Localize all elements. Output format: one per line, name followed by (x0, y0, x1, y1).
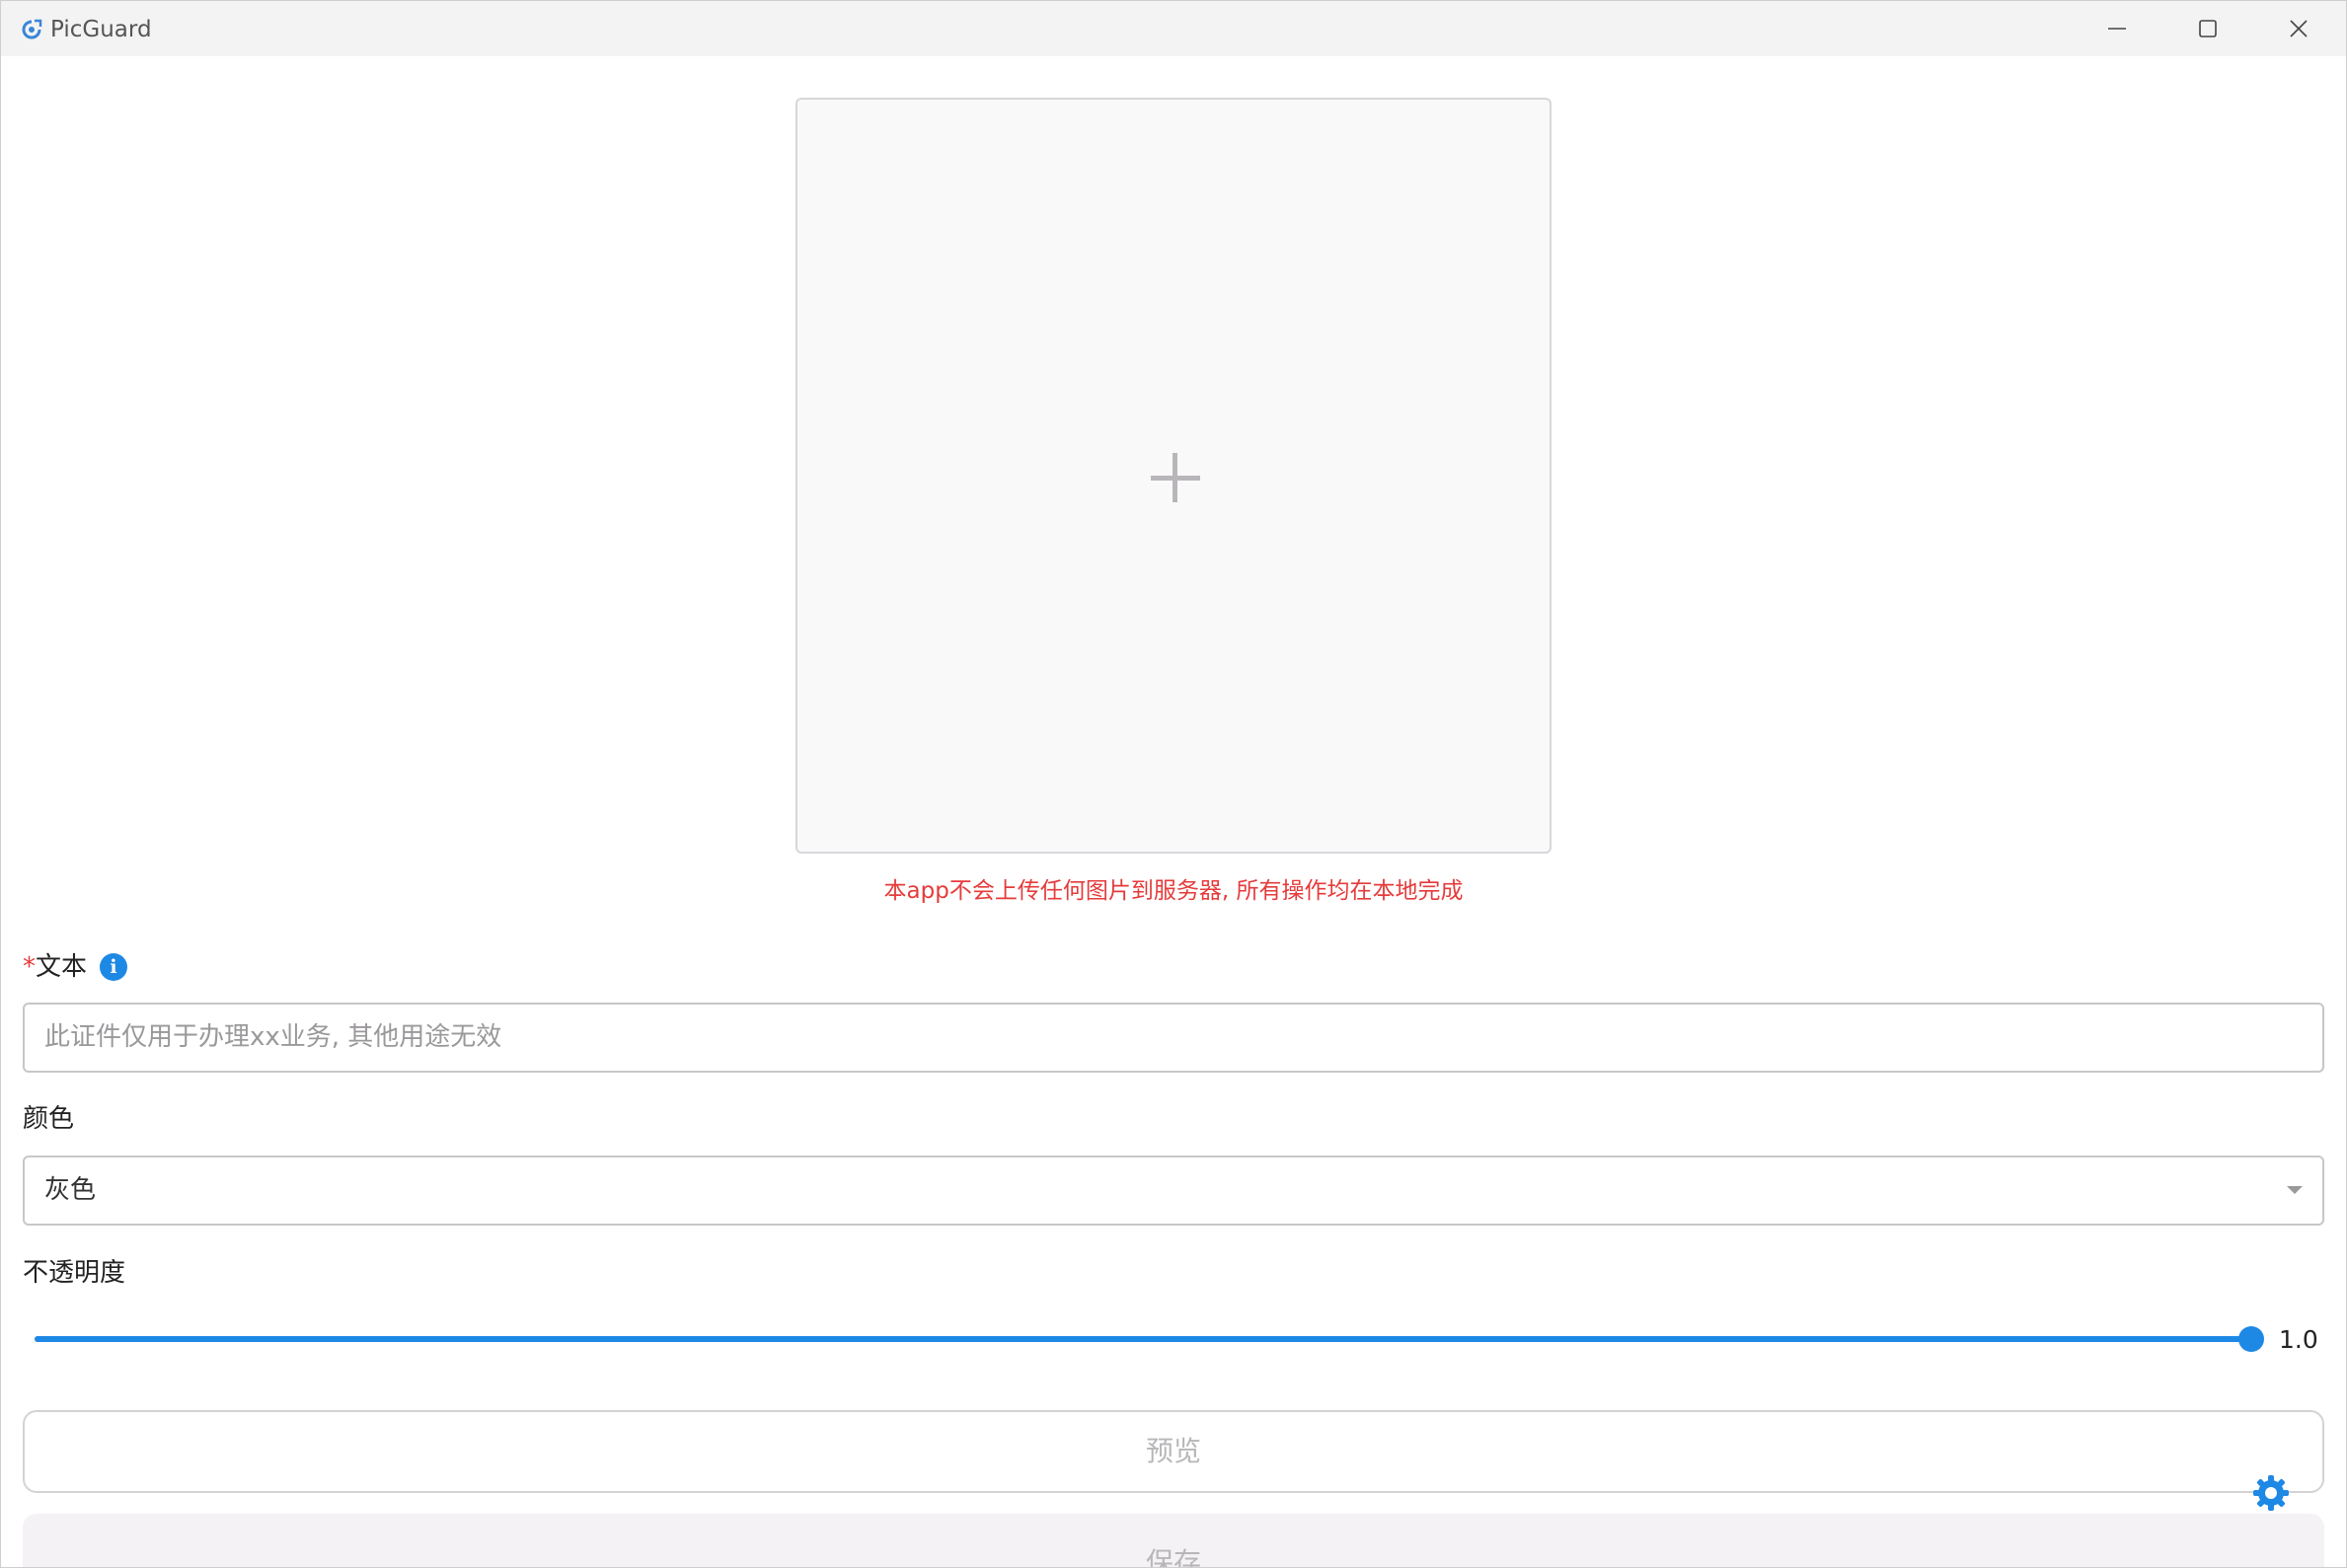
window-title: PicGuard (50, 17, 152, 42)
minimize-icon (2108, 28, 2126, 30)
chevron-down-icon (2287, 1186, 2303, 1194)
opacity-value: 1.0 (2279, 1325, 2318, 1354)
opacity-label: 不透明度 (23, 1258, 126, 1288)
color-label: 颜色 (23, 1104, 75, 1134)
privacy-notice: 本app不会上传任何图片到服务器, 所有操作均在本地完成 (883, 878, 1464, 904)
watermark-text-input[interactable]: 此证件仅用于办理xx业务, 其他用途无效 (23, 1003, 2324, 1073)
color-selected-value: 灰色 (44, 1175, 97, 1205)
info-icon[interactable]: i (100, 953, 127, 981)
maximize-button[interactable] (2162, 1, 2253, 56)
text-label: 文本 (36, 952, 88, 982)
minimize-button[interactable] (2072, 1, 2162, 56)
close-button[interactable] (2253, 1, 2344, 56)
title-bar[interactable]: PicGuard (1, 1, 2346, 56)
app-window: PicGuard 本app不会上传任何图片到服务器, 所有操作均在本地完成 *文… (0, 0, 2347, 1568)
color-select[interactable]: 灰色 (23, 1156, 2324, 1226)
save-button[interactable]: 保存 (23, 1514, 2324, 1567)
close-icon (2290, 20, 2308, 37)
preview-button[interactable]: 预览 (23, 1410, 2324, 1493)
picguard-logo-icon (22, 19, 42, 39)
watermark-text-placeholder: 此证件仅用于办理xx业务, 其他用途无效 (44, 1022, 502, 1052)
plus-icon (1151, 453, 1200, 502)
opacity-slider-thumb[interactable] (2238, 1326, 2264, 1352)
maximize-icon (2199, 20, 2217, 37)
gear-icon[interactable] (2251, 1473, 2291, 1513)
required-mark: * (23, 952, 36, 982)
image-upload-area[interactable] (795, 98, 1552, 854)
text-field-label: *文本 (23, 950, 87, 984)
opacity-slider-fill (35, 1336, 2251, 1342)
opacity-slider-track[interactable] (35, 1336, 2251, 1342)
